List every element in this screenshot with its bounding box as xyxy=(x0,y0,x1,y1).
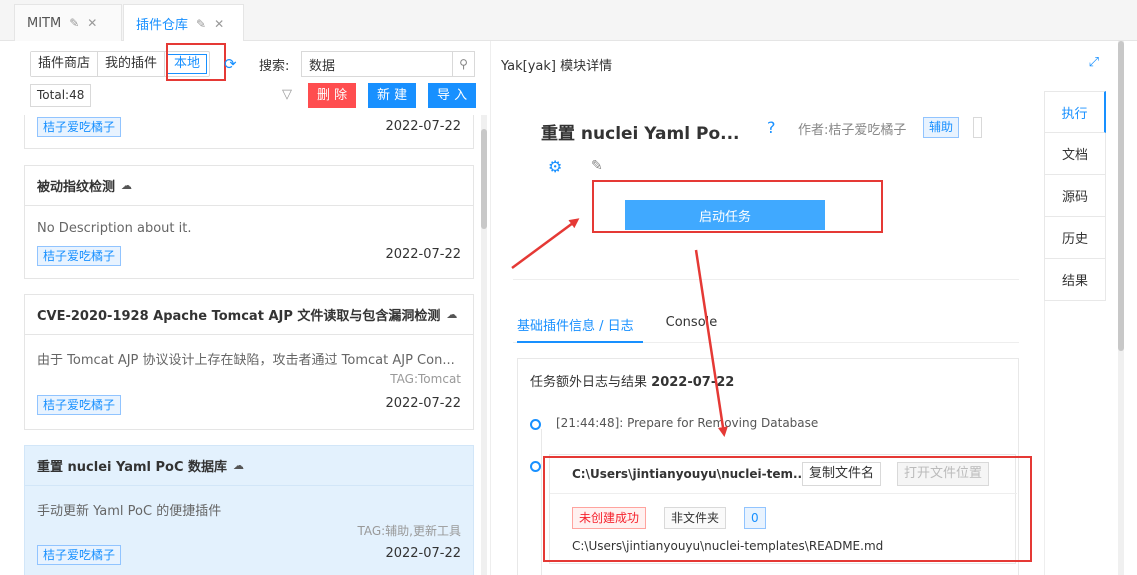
divider xyxy=(513,279,1019,280)
timeline-dot xyxy=(530,419,541,430)
card-tags: TAG:辅助,更新工具 xyxy=(357,524,461,538)
card-title: CVE-2020-1928 Apache Tomcat AJP 文件读取与包含漏… xyxy=(37,309,441,324)
close-icon[interactable]: ✕ xyxy=(214,17,224,31)
help-icon[interactable]: ? xyxy=(767,118,776,137)
author-tag[interactable]: 桔子爱吃橘子 xyxy=(37,395,122,415)
log-date: 2022-07-22 xyxy=(651,375,735,390)
highlight-box xyxy=(543,456,1032,562)
edit-icon[interactable]: ✎ xyxy=(591,158,603,174)
highlight-box xyxy=(166,43,226,81)
card-desc: 由于 Tomcat AJP 协议设计上存在缺陷，攻击者通过 Tomcat AJP… xyxy=(37,353,455,368)
app-root: MITM ✎ ✕ 插件仓库 ✎ ✕ 插件商店 我的插件 本地 ⟳ 搜索: ⚲ T… xyxy=(0,0,1137,575)
log-line: [21:44:48]: Prepare for Removing Databas… xyxy=(556,416,819,430)
card-desc: No Description about it. xyxy=(37,221,192,236)
plugin-card[interactable]: 桔子爱吃橘子 2022-07-22 xyxy=(24,115,474,149)
card-desc: 手动更新 Yaml PoC 的便捷插件 xyxy=(37,504,222,519)
scrollbar-thumb[interactable] xyxy=(1118,41,1124,351)
author-tag[interactable]: 桔子爱吃橘子 xyxy=(37,117,122,137)
plugin-list: 桔子爱吃橘子 2022-07-22 被动指纹检测 ☁ No Descriptio… xyxy=(24,115,474,575)
card-title: 重置 nuclei Yaml PoC 数据库 xyxy=(37,460,228,475)
card-header: 重置 nuclei Yaml PoC 数据库 ☁ xyxy=(25,446,473,486)
timeline-dot xyxy=(530,461,541,472)
plugin-card-selected[interactable]: 重置 nuclei Yaml PoC 数据库 ☁ 手动更新 Yaml PoC 的… xyxy=(24,445,474,575)
segment-mine[interactable]: 我的插件 xyxy=(98,52,166,76)
tab-label: 插件仓库 xyxy=(136,18,189,33)
list-scrollbar[interactable] xyxy=(481,115,487,575)
card-title: 被动指纹检测 xyxy=(37,180,116,195)
tab-docs[interactable]: 文档 xyxy=(1044,133,1106,175)
edit-icon[interactable]: ✎ xyxy=(69,16,79,30)
search-input[interactable] xyxy=(302,52,452,76)
log-title-text: 任务额外日志与结果 xyxy=(530,375,648,390)
timeline-line xyxy=(541,429,542,575)
close-icon[interactable]: ✕ xyxy=(87,16,97,30)
tab-mitm[interactable]: MITM ✎ ✕ xyxy=(14,4,122,41)
card-date: 2022-07-22 xyxy=(385,546,461,561)
tab-console[interactable]: Console xyxy=(666,315,718,334)
log-title: 任务额外日志与结果 2022-07-22 xyxy=(530,371,734,390)
card-date: 2022-07-22 xyxy=(385,396,461,411)
search-box: ⚲ xyxy=(301,51,475,77)
plugin-card[interactable]: CVE-2020-1928 Apache Tomcat AJP 文件读取与包含漏… xyxy=(24,294,474,430)
segment-store[interactable]: 插件商店 xyxy=(31,52,99,76)
filter-icon[interactable]: ▽ xyxy=(282,87,292,102)
fullscreen-icon[interactable]: ⤢ xyxy=(1089,55,1099,70)
import-button[interactable]: 导 入 xyxy=(428,83,477,108)
refresh-icon[interactable]: ⟳ xyxy=(224,55,237,73)
card-tags: TAG:Tomcat xyxy=(390,372,461,386)
top-tab-bar: MITM ✎ ✕ 插件仓库 ✎ ✕ xyxy=(0,0,1137,42)
start-task-button[interactable]: 启动任务 xyxy=(625,200,825,230)
cloud-icon: ☁ xyxy=(233,459,245,472)
card-header: CVE-2020-1928 Apache Tomcat AJP 文件读取与包含漏… xyxy=(25,295,473,335)
card-date: 2022-07-22 xyxy=(385,119,461,134)
tab-plugin-repo[interactable]: 插件仓库 ✎ ✕ xyxy=(123,4,244,42)
plugin-list-panel: 插件商店 我的插件 本地 ⟳ 搜索: ⚲ Total:48 ▽ 删 除 新 建 … xyxy=(0,41,490,575)
cloud-icon: ☁ xyxy=(121,179,133,192)
plugin-card[interactable]: 被动指纹检测 ☁ No Description about it. 桔子爱吃橘子… xyxy=(24,165,474,279)
detail-panel: Yak[yak] 模块详情 ⤢ 重置 nuclei Yaml Po... ? 作… xyxy=(490,41,1137,575)
aux-tag: 辅助 xyxy=(923,117,960,138)
author-tag[interactable]: 桔子爱吃橘子 xyxy=(37,246,122,266)
search-label: 搜索: xyxy=(259,59,290,74)
plugin-author: 作者:桔子爱吃橘子 xyxy=(798,123,907,138)
tab-label: MITM xyxy=(27,15,62,31)
tab-results[interactable]: 结果 xyxy=(1044,259,1106,301)
more-tag xyxy=(973,117,982,138)
sub-tabs: 基础插件信息 / 日志 Console xyxy=(517,315,717,334)
plugin-title: 重置 nuclei Yaml Po... xyxy=(541,124,740,144)
gear-icon[interactable]: ⚙ xyxy=(548,157,562,176)
new-button[interactable]: 新 建 xyxy=(368,83,417,108)
delete-button[interactable]: 删 除 xyxy=(308,83,357,108)
card-date: 2022-07-22 xyxy=(385,247,461,262)
tab-source[interactable]: 源码 xyxy=(1044,175,1106,217)
tab-history[interactable]: 历史 xyxy=(1044,217,1106,259)
total-count: Total:48 xyxy=(30,84,92,107)
panel-title: Yak[yak] 模块详情 xyxy=(501,59,613,74)
detail-scrollbar[interactable] xyxy=(1118,41,1124,575)
tab-info-log[interactable]: 基础插件信息 / 日志 xyxy=(517,315,634,334)
tab-execute[interactable]: 执行 xyxy=(1044,91,1106,133)
edit-icon[interactable]: ✎ xyxy=(196,17,206,31)
cloud-icon: ☁ xyxy=(446,308,458,321)
card-header: 被动指纹检测 ☁ xyxy=(25,166,473,206)
scrollbar-thumb[interactable] xyxy=(481,129,487,229)
author-tag[interactable]: 桔子爱吃橘子 xyxy=(37,545,122,565)
search-icon[interactable]: ⚲ xyxy=(452,52,474,76)
active-tab-indicator xyxy=(517,341,643,343)
side-tabs: 执行 文档 源码 历史 结果 xyxy=(1044,91,1106,301)
